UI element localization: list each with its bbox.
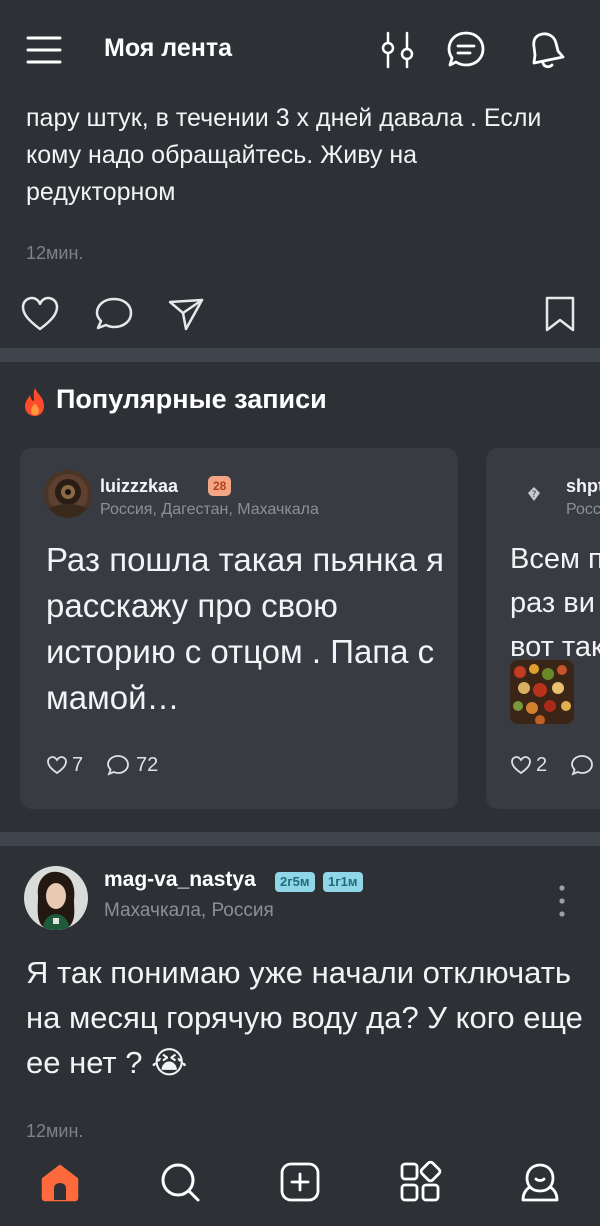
badge: 2г5м (275, 872, 315, 892)
post-text: пару штук, в течении 3 х дней давала . Е… (26, 104, 542, 206)
username[interactable]: mag-va_nastya (104, 868, 256, 892)
like-icon[interactable] (510, 754, 532, 776)
bottom-navigation (0, 1148, 600, 1226)
user-location: Россия, Дагестан, Махачкала (100, 501, 319, 518)
avatar[interactable] (44, 470, 92, 518)
section-title: Популярные записи (56, 384, 327, 414)
section-divider (0, 832, 600, 846)
card-post-text: Всем п раз ви вот так (510, 543, 600, 663)
comment-icon[interactable] (570, 753, 594, 777)
user-location: Махачкала, Россия (104, 900, 274, 921)
notifications-icon[interactable] (526, 30, 566, 70)
post-time: 12мин. (26, 1121, 84, 1141)
username[interactable]: luizzzkaa (100, 476, 178, 497)
like-count: 2 (536, 754, 548, 776)
post-text: Я так понимаю уже начали отключать на ме… (26, 955, 583, 1080)
messages-icon[interactable] (446, 30, 486, 70)
menu-icon[interactable] (24, 30, 64, 70)
card-post-text: Раз пошла такая пьянка я расскажу про св… (46, 541, 445, 716)
age-badge: 28 (208, 476, 232, 496)
share-icon[interactable] (166, 294, 206, 334)
more-options-icon[interactable] (552, 884, 572, 918)
add-post-icon[interactable] (278, 1160, 322, 1204)
comment-icon[interactable] (94, 294, 134, 334)
fire-icon (22, 387, 48, 417)
comment-icon[interactable] (106, 753, 130, 777)
profile-icon[interactable] (518, 1160, 562, 1204)
avatar[interactable] (24, 866, 88, 930)
like-icon[interactable] (46, 754, 68, 776)
filter-icon[interactable] (378, 30, 418, 70)
top-app-bar: Моя лента (0, 0, 600, 100)
post-image[interactable] (510, 660, 574, 724)
badge: 1г1м (323, 872, 363, 892)
section-divider (0, 348, 600, 362)
user-location: Россия (566, 501, 600, 518)
search-icon[interactable] (158, 1160, 202, 1204)
username[interactable]: shpt (566, 476, 600, 497)
avatar[interactable]: ? (510, 470, 558, 518)
page-title: Моя лента (104, 34, 233, 62)
services-icon[interactable] (398, 1160, 442, 1204)
bookmark-icon[interactable] (540, 294, 580, 334)
like-icon[interactable] (20, 294, 60, 334)
popular-post-card[interactable]: luizzzkaa 28 Россия, Дагестан, Махачкала… (20, 448, 458, 809)
home-icon[interactable] (38, 1160, 82, 1204)
post-time: 12мин. (26, 243, 84, 263)
svg-text:?: ? (532, 490, 537, 500)
popular-post-card[interactable]: ? shpt Россия Всем п раз ви вот так 2 (486, 448, 600, 809)
like-count: 7 (72, 754, 84, 776)
comment-count: 72 (136, 754, 159, 776)
